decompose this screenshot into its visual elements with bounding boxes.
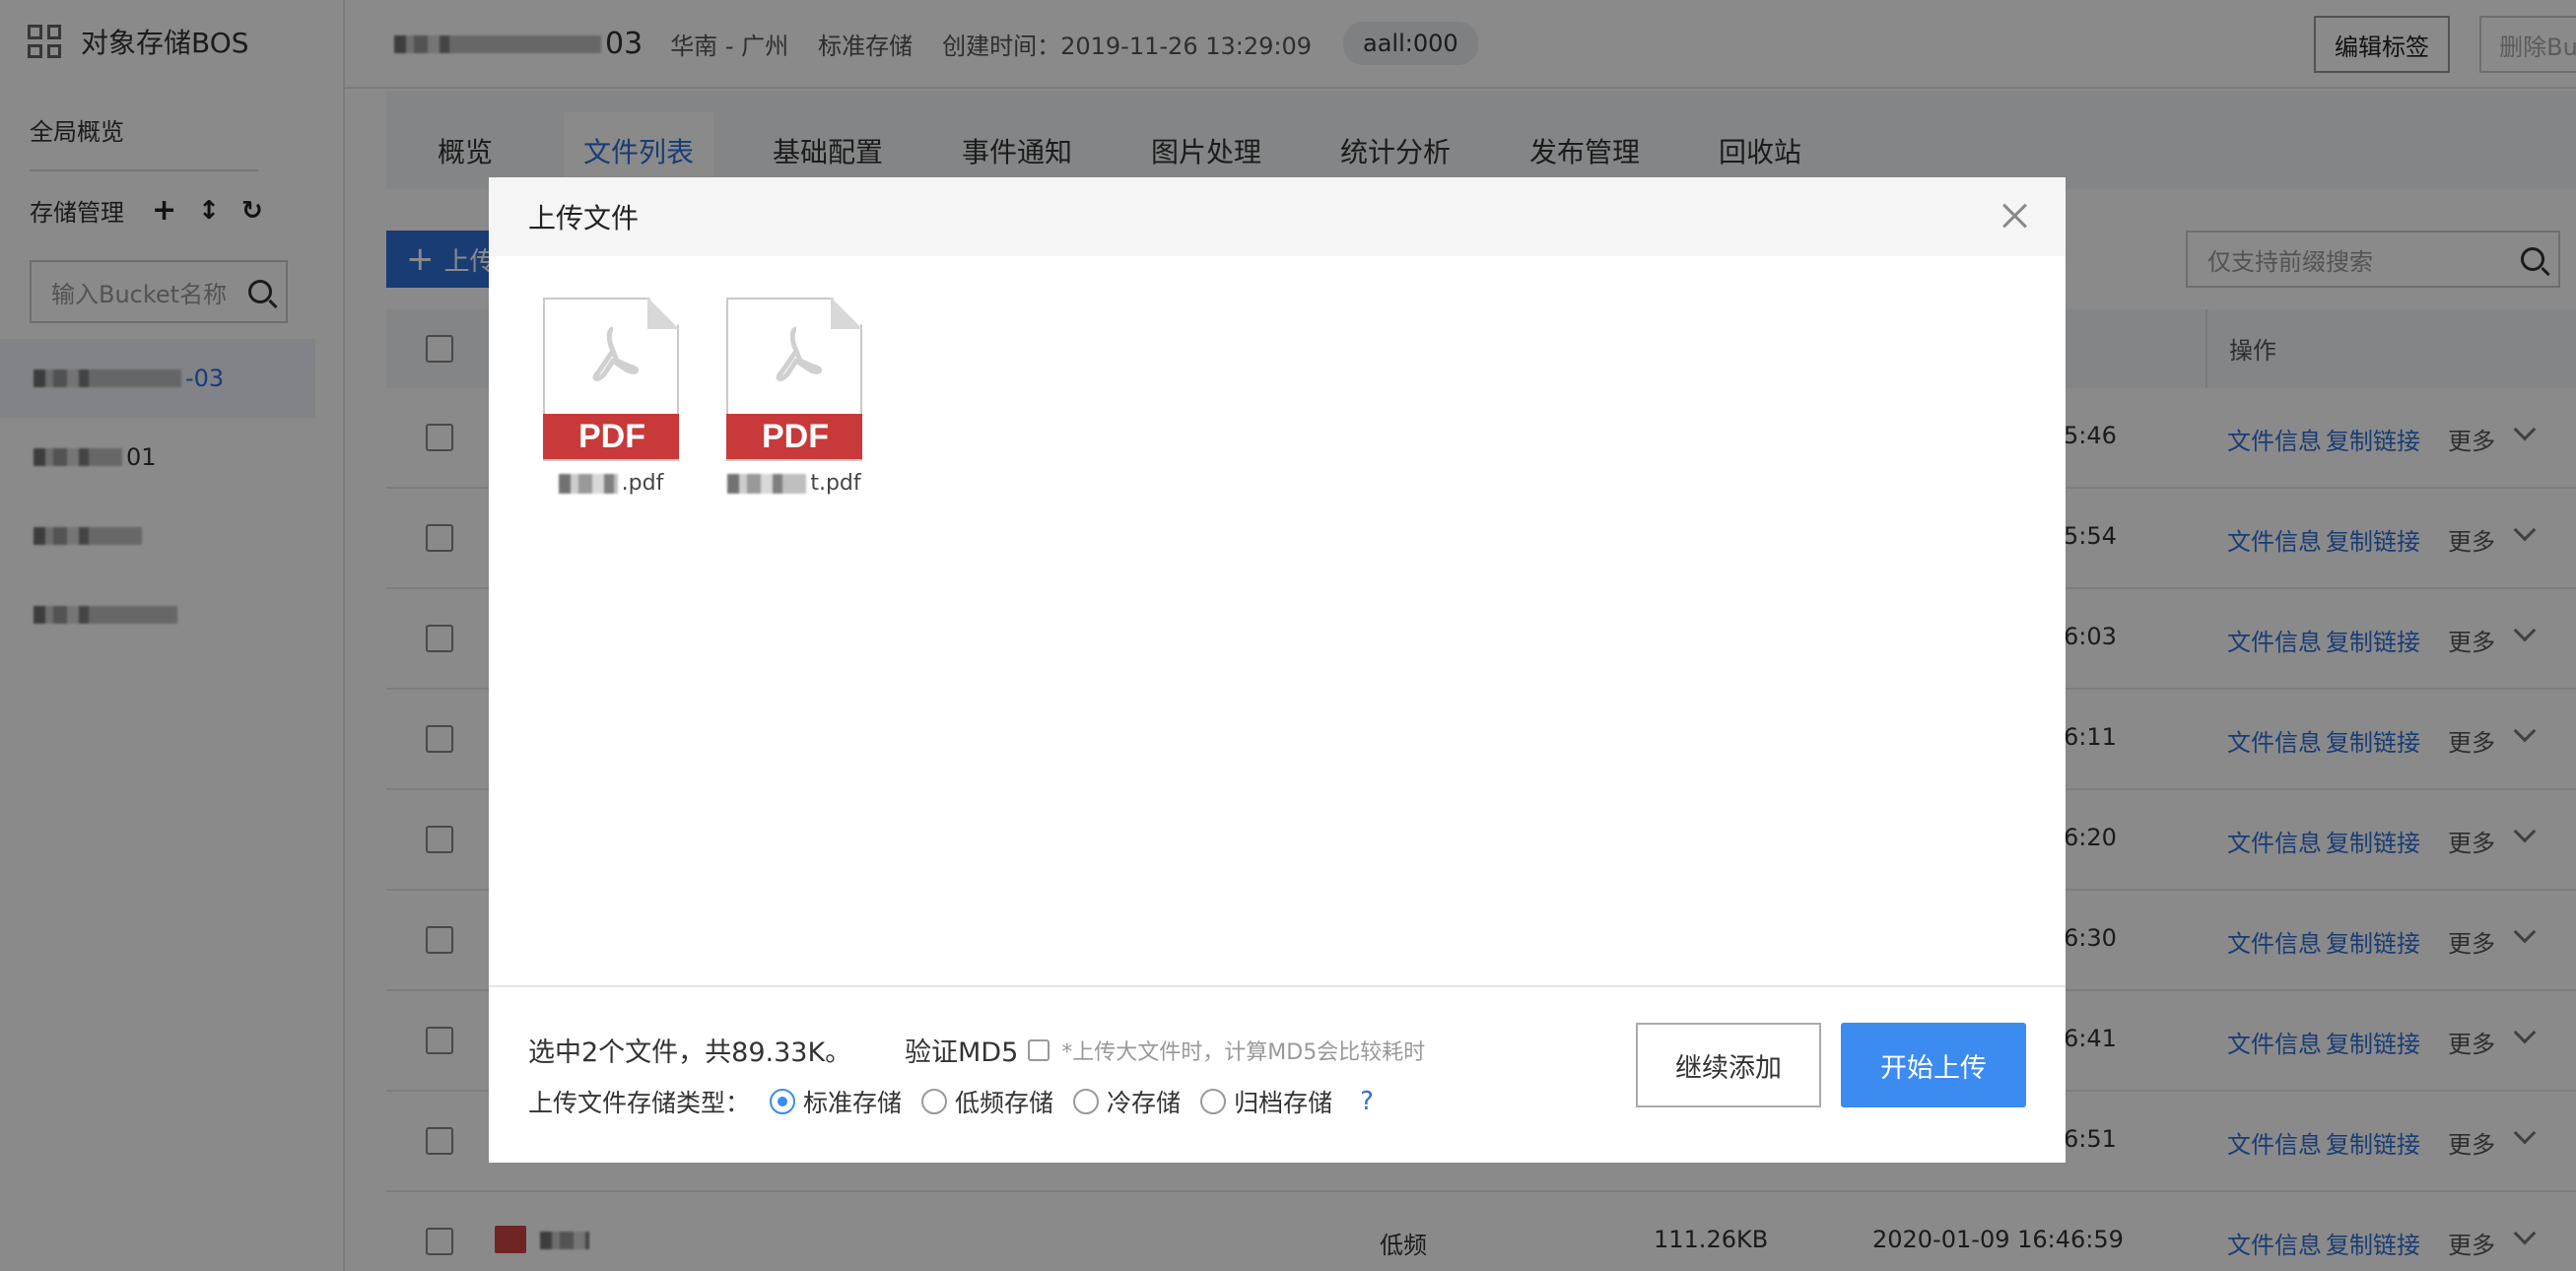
md5-label: 验证MD5 — [905, 1037, 1019, 1068]
md5-hint: *上传大文件时，计算MD5会比较耗时 — [1061, 1039, 1426, 1065]
md5-verify: 验证MD5 *上传大文件时，计算MD5会比较耗时 — [905, 1031, 1425, 1069]
radio-standard-storage[interactable]: 标准存储 — [770, 1084, 902, 1119]
file-item[interactable]: PDF t.pdf — [725, 298, 863, 496]
radio-archive-storage[interactable]: 归档存储 — [1200, 1084, 1332, 1119]
upload-dialog: 上传文件 PDF .pdf PDF t.pdf 选中2个文件，共89.33K。 … — [489, 177, 2066, 1163]
start-upload-button[interactable]: 开始上传 — [1841, 1023, 2026, 1107]
file-item[interactable]: PDF .pdf — [542, 298, 680, 496]
file-name: t.pdf — [725, 471, 863, 496]
radio-infrequent-storage[interactable]: 低频存储 — [921, 1084, 1053, 1119]
close-icon[interactable] — [2000, 201, 2030, 231]
storage-type-label: 上传文件存储类型： — [528, 1089, 751, 1117]
continue-add-button[interactable]: 继续添加 — [1636, 1023, 1821, 1107]
file-name: .pdf — [542, 471, 680, 496]
pdf-file-icon: PDF — [543, 298, 679, 461]
storage-type-group: 上传文件存储类型： 标准存储 低频存储 冷存储 归档存储 ? — [528, 1084, 1374, 1119]
dialog-footer: 选中2个文件，共89.33K。 验证MD5 *上传大文件时，计算MD5会比较耗时… — [489, 985, 2066, 1163]
selection-summary: 选中2个文件，共89.33K。 — [528, 1037, 852, 1068]
dialog-title: 上传文件 — [528, 202, 640, 234]
pdf-file-icon: PDF — [726, 298, 862, 461]
selected-files: PDF .pdf PDF t.pdf — [542, 298, 863, 496]
md5-checkbox[interactable] — [1028, 1038, 1051, 1061]
radio-cold-storage[interactable]: 冷存储 — [1073, 1084, 1181, 1119]
dialog-header: 上传文件 — [489, 177, 2066, 256]
help-icon[interactable]: ? — [1360, 1087, 1374, 1116]
